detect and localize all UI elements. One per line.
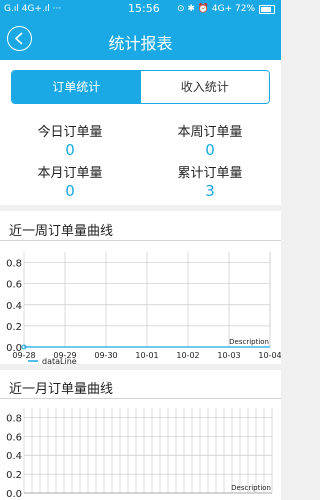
tabs-section: 订单统计 收入统计 <box>0 60 281 117</box>
stat-month-value: 0 <box>65 182 75 200</box>
stat-today-label: 今日订单量 <box>37 125 103 140</box>
weekly-x-tick: 10-04 <box>258 351 281 360</box>
signal-indicators: G.ıl 4G+.ıl ··· <box>4 4 62 14</box>
weekly-divider <box>0 240 281 241</box>
status-time: 15:56 <box>128 2 160 15</box>
stat-month: 本月订单量 0 <box>0 162 140 200</box>
weekly-x-tick: 09-28 <box>12 351 35 360</box>
weekly-order-chart: 0.00.20.40.60.809-28 09-29 09-30 10-01 10-02… <box>6 252 281 364</box>
status-icons: ⊙ ✱ ⏰ 4G+ 72% <box>177 4 255 14</box>
weekly-chart-card: 近一周订单量曲线 0.0 0.2 0.4 0.6 0.8 09-28 09-29 09-30 1… <box>0 211 281 364</box>
stat-week-label: 本周订单量 <box>177 125 243 140</box>
stat-month-label: 本月订单量 <box>37 166 103 181</box>
weekly-y-tick: 0.6 <box>6 280 22 291</box>
monthly-y-tick: 0.2 <box>6 470 22 481</box>
monthly-chart-title: 近一月订单量曲线 <box>9 382 114 397</box>
status-bar: G.ıl 4G+.ıl ··· 15:56 ⊙ ✱ ⏰ 4G+ 72% <box>0 0 281 20</box>
battery-icon <box>259 5 275 14</box>
stat-total-value: 3 <box>205 182 215 200</box>
weekly-x-tick: 10-02 <box>176 351 199 360</box>
tab-order-stats[interactable]: 订单统计 <box>12 71 141 103</box>
weekly-x-tick: 10-01 <box>135 351 158 360</box>
weekly-y-tick: 0.8 <box>6 259 22 270</box>
stat-total-label: 累计订单量 <box>177 166 243 181</box>
stat-week: 本周订单量 0 <box>140 121 280 159</box>
stat-today: 今日订单量 0 <box>0 121 140 159</box>
stat-week-value: 0 <box>205 141 215 159</box>
weekly-chart-title: 近一周订单量曲线 <box>9 224 114 239</box>
monthly-y-tick: 0.4 <box>6 451 22 462</box>
monthly-description: Description <box>231 484 271 492</box>
weekly-legend-label: dataLine <box>42 357 77 364</box>
monthly-y-tick: 0.6 <box>6 432 22 443</box>
stat-total: 累计订单量 3 <box>140 162 280 200</box>
page-title: 统计报表 <box>108 34 173 53</box>
weekly-x-tick: 10-03 <box>217 351 240 360</box>
segmented-tabs: 订单统计 收入统计 <box>11 70 270 104</box>
weekly-y-tick: 0.2 <box>6 322 22 333</box>
monthly-order-chart: 0.0 0.2 0.4 0.6 0.8 Description <box>6 408 273 500</box>
title-bar: 统计报表 <box>0 20 281 60</box>
weekly-description: Description <box>229 338 269 346</box>
tab-income-stats[interactable]: 收入统计 <box>140 71 269 103</box>
weekly-y-tick: 0.4 <box>6 301 22 312</box>
monthly-divider <box>0 398 281 399</box>
monthly-chart-card: 近一月订单量曲线 0.0 0.2 0.4 0.6 0.8 Description <box>0 370 281 500</box>
order-stats-panel: 今日订单量 0 本周订单量 0 本月订单量 0 累计订单量 3 <box>0 117 281 205</box>
stat-today-value: 0 <box>65 141 75 159</box>
weekly-x-tick: 09-30 <box>94 351 117 360</box>
monthly-y-tick: 0.0 <box>6 489 22 500</box>
monthly-y-tick: 0.8 <box>6 413 22 424</box>
